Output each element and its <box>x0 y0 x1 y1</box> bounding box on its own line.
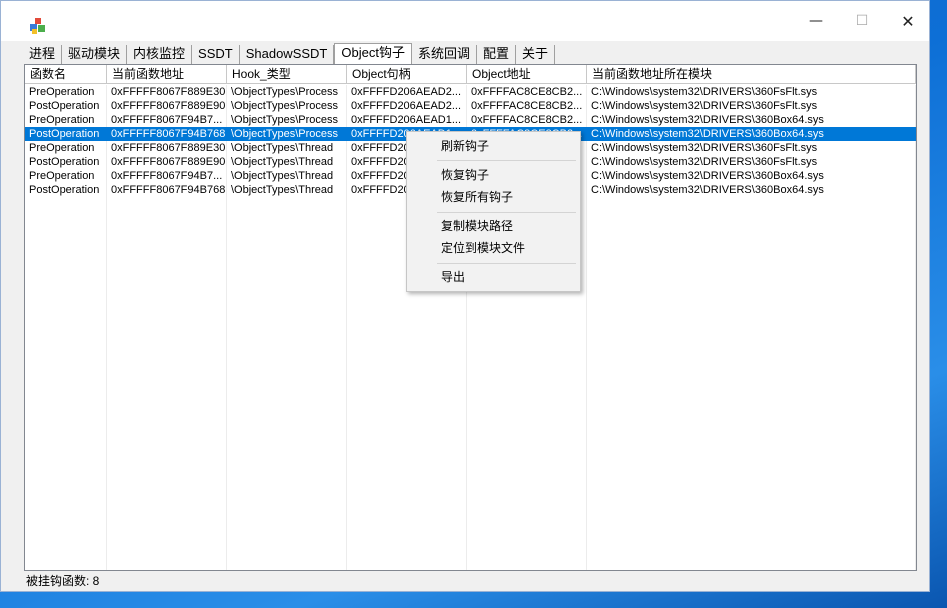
maximize-icon: ☐ <box>855 13 869 29</box>
status-bar: 被挂钩函数: 8 <box>24 573 929 590</box>
minimize-icon: — <box>809 13 823 29</box>
cell-module: C:\Windows\system32\DRIVERS\360Box64.sys <box>591 170 824 182</box>
cell-current-address: 0xFFFFF8067F94B768 <box>111 128 226 140</box>
cell-function-name: PostOperation <box>29 156 100 168</box>
cell-function-name: PreOperation <box>29 142 95 154</box>
tab-ssdt[interactable]: SSDT <box>192 45 240 65</box>
column-header-module[interactable]: 当前函数地址所在模块 <box>587 65 916 84</box>
cell-object-address: 0xFFFFAC8CE8CB2... <box>471 86 583 98</box>
cell-current-address: 0xFFFFF8067F889E30 <box>111 142 226 154</box>
cell-function-name: PostOperation <box>29 100 100 112</box>
cell-current-address: 0xFFFFF8067F889E30 <box>111 86 226 98</box>
close-button[interactable]: ✕ <box>885 1 931 41</box>
menu-separator <box>437 263 576 264</box>
tab-object-hooks[interactable]: Object钩子 <box>334 43 412 65</box>
cell-current-address: 0xFFFFF8067F889E90 <box>111 156 226 168</box>
tab-system-callbacks[interactable]: 系统回调 <box>411 45 477 65</box>
tab-driver-modules[interactable]: 驱动模块 <box>62 45 128 65</box>
menu-item-locate-module-file[interactable]: 定位到模块文件 <box>441 237 525 259</box>
cell-module: C:\Windows\system32\DRIVERS\360FsFlt.sys <box>591 100 818 112</box>
cell-current-address: 0xFFFFF8067F94B7... <box>111 114 223 126</box>
cell-object-handle: 0xFFFFD206AEAD2... <box>351 86 462 98</box>
cell-object-handle: 0xFFFFD206AEAD2... <box>351 100 462 112</box>
column-header-object-handle[interactable]: Object句柄 <box>347 65 467 84</box>
cell-hook-type: \ObjectTypes\Thread <box>231 142 334 154</box>
tab-kernel-monitor[interactable]: 内核监控 <box>127 45 193 65</box>
column-header-object-address[interactable]: Object地址 <box>467 65 587 84</box>
table-row[interactable]: PreOperation 0xFFFFF8067F889E30 \ObjectTyp… <box>25 85 916 99</box>
cell-function-name: PreOperation <box>29 170 95 182</box>
column-header-current-address[interactable]: 当前函数地址 <box>107 65 227 84</box>
tab-bar: 进程 驱动模块 内核监控 SSDT ShadowSSDT Object钩子 系统… <box>23 43 555 65</box>
cell-hook-type: \ObjectTypes\Thread <box>231 170 334 182</box>
cell-hook-type: \ObjectTypes\Thread <box>231 156 334 168</box>
tab-config[interactable]: 配置 <box>476 45 516 65</box>
menu-item-restore-hook[interactable]: 恢复钩子 <box>441 164 489 186</box>
cell-current-address: 0xFFFFF8067F889E90 <box>111 100 226 112</box>
tab-process[interactable]: 进程 <box>23 45 63 65</box>
cell-module: C:\Windows\system32\DRIVERS\360FsFlt.sys <box>591 156 818 168</box>
cell-function-name: PostOperation <box>29 128 100 140</box>
cell-function-name: PostOperation <box>29 184 100 196</box>
maximize-button[interactable]: ☐ <box>839 1 885 41</box>
tab-shadow-ssdt[interactable]: ShadowSSDT <box>239 45 335 65</box>
menu-separator <box>437 160 576 161</box>
tab-about[interactable]: 关于 <box>515 45 555 65</box>
cell-object-address: 0xFFFFAC8CE8CB2... <box>471 114 583 126</box>
cell-module: C:\Windows\system32\DRIVERS\360Box64.sys <box>591 114 824 126</box>
menu-item-export[interactable]: 导出 <box>441 266 465 288</box>
cell-function-name: PreOperation <box>29 114 95 126</box>
table-row[interactable]: PreOperation 0xFFFFF8067F94B7... \ObjectTy… <box>25 113 916 127</box>
cell-hook-type: \ObjectTypes\Process <box>231 100 338 112</box>
column-header-function-name[interactable]: 函数名 <box>25 65 107 84</box>
cell-current-address: 0xFFFFF8067F94B768 <box>111 184 226 196</box>
title-bar: — ☐ ✕ <box>1 1 929 41</box>
context-menu: 刷新钩子 恢复钩子 恢复所有钩子 复制模块路径 定位到模块文件 导出 <box>406 131 581 292</box>
menu-separator <box>437 212 576 213</box>
cell-hook-type: \ObjectTypes\Process <box>231 128 338 140</box>
table-row[interactable]: PostOperation 0xFFFFF8067F889E90 \ObjectTy… <box>25 99 916 113</box>
cell-object-handle: 0xFFFFD206AEAD1... <box>351 114 462 126</box>
main-window: — ☐ ✕ 进程 驱动模块 内核监控 SSDT ShadowSSDT Objec… <box>0 0 930 592</box>
cell-hook-type: \ObjectTypes\Thread <box>231 184 334 196</box>
cell-module: C:\Windows\system32\DRIVERS\360Box64.sys <box>591 128 824 140</box>
cell-module: C:\Windows\system32\DRIVERS\360Box64.sys <box>591 184 824 196</box>
list-header: 函数名 当前函数地址 Hook_类型 Object句柄 Object地址 当前函… <box>25 65 916 84</box>
menu-item-copy-module-path[interactable]: 复制模块路径 <box>441 215 513 237</box>
menu-item-refresh-hooks[interactable]: 刷新钩子 <box>441 135 489 157</box>
cell-hook-type: \ObjectTypes\Process <box>231 86 338 98</box>
cell-module: C:\Windows\system32\DRIVERS\360FsFlt.sys <box>591 86 818 98</box>
column-header-hook-type[interactable]: Hook_类型 <box>227 65 347 84</box>
cell-current-address: 0xFFFFF8067F94B7... <box>111 170 223 182</box>
app-icon <box>30 18 45 34</box>
hooked-count-label: 被挂钩函数: 8 <box>26 574 100 588</box>
cell-module: C:\Windows\system32\DRIVERS\360FsFlt.sys <box>591 142 818 154</box>
menu-item-restore-all-hooks[interactable]: 恢复所有钩子 <box>441 186 513 208</box>
close-icon: ✕ <box>901 11 915 31</box>
cell-object-address: 0xFFFFAC8CE8CB2... <box>471 100 583 112</box>
minimize-button[interactable]: — <box>793 1 839 41</box>
cell-function-name: PreOperation <box>29 86 95 98</box>
cell-hook-type: \ObjectTypes\Process <box>231 114 338 126</box>
